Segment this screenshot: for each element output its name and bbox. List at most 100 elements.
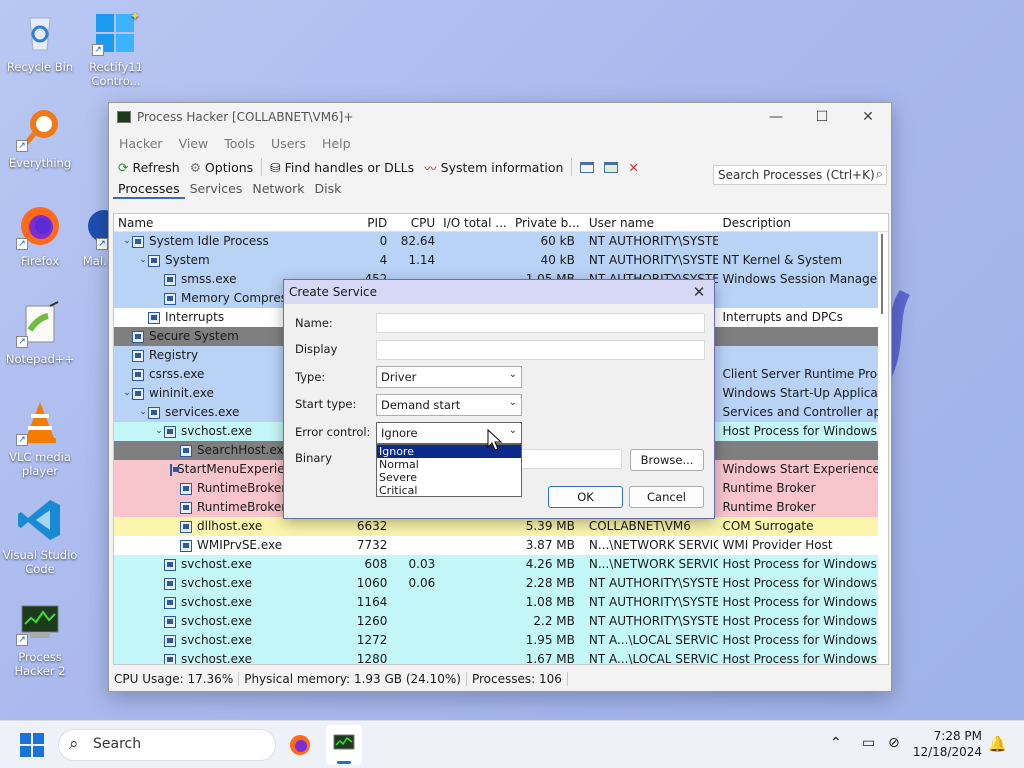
desktop-icon-vscode[interactable]: Visual Studio Code xyxy=(2,496,78,576)
chevron-down-icon[interactable]: ⌄ xyxy=(138,251,148,270)
scrollbar-thumb[interactable] xyxy=(881,234,883,314)
start-button[interactable] xyxy=(20,733,44,757)
tab-network[interactable]: Network xyxy=(247,181,309,199)
type-select[interactable]: Driver ⌄ xyxy=(376,366,522,388)
desktop-icon-recycle-bin[interactable]: Recycle Bin xyxy=(2,8,78,74)
process-user: NT AUTHORITY\SYSTEM xyxy=(588,234,719,248)
menu-view[interactable]: View xyxy=(171,136,217,151)
display-label: Display xyxy=(295,342,338,356)
chevron-down-icon[interactable]: ⌄ xyxy=(122,232,132,251)
process-pid: 1272 xyxy=(356,633,388,647)
find-window-button[interactable] xyxy=(599,161,623,173)
column-headers: Name PID CPU I/O total ... Private b... … xyxy=(114,214,888,232)
column-cpu[interactable]: CPU xyxy=(391,214,439,231)
dialog-titlebar[interactable]: Create Service ✕ xyxy=(284,280,714,304)
process-row[interactable]: ⌄ System Idle Process 0 82.64 60 kB NT AUTHOR… xyxy=(114,232,888,251)
process-icon xyxy=(132,330,144,343)
taskbar-process-hacker[interactable] xyxy=(326,725,362,765)
process-row[interactable]: svchost.exe 608 0.03 4.26 MB N...\NETWORK SE… xyxy=(114,555,888,574)
options-button[interactable]: ⚙ Options xyxy=(185,160,258,175)
menu-users[interactable]: Users xyxy=(263,136,314,151)
minimize-button[interactable]: — xyxy=(753,103,799,131)
process-icon xyxy=(164,273,176,286)
vertical-scrollbar[interactable] xyxy=(878,232,888,664)
process-cpu xyxy=(391,612,439,631)
process-icon xyxy=(148,311,160,324)
name-label: Name: xyxy=(295,316,333,330)
tab-services[interactable]: Services xyxy=(185,181,248,199)
chevron-down-icon[interactable]: ⌄ xyxy=(138,403,148,422)
search-processes-input[interactable]: Search Processes (Ctrl+K) ⌕ xyxy=(713,165,887,185)
menu-hacker[interactable]: Hacker xyxy=(111,136,171,151)
column-user-name[interactable]: User name xyxy=(579,214,719,231)
process-icon xyxy=(132,235,144,248)
dialog-close-button[interactable]: ✕ xyxy=(684,283,714,301)
process-row[interactable]: dllhost.exe 6632 5.39 MB COLLABNET\VM6 COM S… xyxy=(114,517,888,536)
notification-bell-icon[interactable]: 🔔 xyxy=(988,735,1007,753)
column-private-bytes[interactable]: Private b... xyxy=(511,214,579,231)
option-critical[interactable]: Critical xyxy=(377,484,521,497)
process-name-cell: ⌄ System Idle Process xyxy=(114,232,339,251)
maximize-button[interactable]: ☐ xyxy=(799,103,845,131)
process-row[interactable]: WMIPrvSE.exe 7732 3.87 MB N...\NETWORK SERV… xyxy=(114,536,888,555)
tab-processes[interactable]: Processes xyxy=(113,181,185,199)
taskbar-search-box[interactable]: ⌕ Search xyxy=(58,729,276,761)
volume-muted-icon[interactable]: ⊘ xyxy=(888,735,900,751)
column-description[interactable]: Description xyxy=(718,214,888,231)
desktop-icon-notepadpp[interactable]: ↗ Notepad++ xyxy=(2,300,78,366)
process-pid: 608 xyxy=(364,557,388,571)
process-user: NT A...\LOCAL SERVICE xyxy=(588,633,719,647)
name-input[interactable] xyxy=(376,313,705,333)
desktop-icon-label: VLC media player xyxy=(9,450,71,478)
display-input[interactable] xyxy=(376,340,705,360)
process-user: N...\NETWORK SERVICE xyxy=(588,538,719,552)
clock[interactable]: 7:28 PM 12/18/2024 xyxy=(913,728,982,760)
desktop-icon-vlc[interactable]: ↗ VLC media player xyxy=(2,398,78,478)
cancel-button[interactable]: Cancel xyxy=(629,486,704,508)
process-icon xyxy=(180,520,192,533)
browse-button[interactable]: Browse... xyxy=(630,449,704,471)
column-io-total[interactable]: I/O total ... xyxy=(439,214,511,231)
process-description xyxy=(718,346,888,365)
desktop-icon-process-hacker[interactable]: ↗ Process Hacker 2 xyxy=(2,598,78,678)
desktop-icon-label: Recycle Bin xyxy=(6,60,74,74)
process-name: svchost.exe xyxy=(181,424,252,438)
close-button[interactable]: ✕ xyxy=(845,103,891,131)
desktop-icon-everything[interactable]: ↗ Everything xyxy=(2,104,78,170)
process-description: Host Process for Windows Ser... xyxy=(722,557,888,571)
refresh-button[interactable]: ⟳ Refresh xyxy=(113,160,185,175)
process-row[interactable]: svchost.exe 1280 1.67 MB NT A...\LOCAL SERV… xyxy=(114,650,888,665)
menu-help[interactable]: Help xyxy=(314,136,359,151)
process-pid: 1280 xyxy=(356,652,388,665)
process-row[interactable]: svchost.exe 1260 2.2 MB NT AUTHORITY\SYSTEM… xyxy=(114,612,888,631)
process-cpu xyxy=(391,536,439,555)
terminate-button[interactable]: ✕ xyxy=(623,160,643,175)
tab-disk[interactable]: Disk xyxy=(310,181,347,199)
process-name: csrss.exe xyxy=(149,367,205,381)
process-row[interactable]: svchost.exe 1060 0.06 2.28 MB NT AUTHORITY\S… xyxy=(114,574,888,593)
taskbar-firefox[interactable] xyxy=(288,733,312,757)
desktop-icon-rectify11[interactable]: ✦ ↗ Rectify11 Contro... xyxy=(78,8,154,88)
process-row[interactable]: ⌄ System 4 1.14 40 kB NT AUTHORITY\SYSTEM NT K… xyxy=(114,251,888,270)
window-button[interactable] xyxy=(575,161,599,173)
error-control-label: Error control: xyxy=(295,425,371,439)
process-row[interactable]: svchost.exe 1164 1.08 MB NT AUTHORITY\SYSTE… xyxy=(114,593,888,612)
option-severe[interactable]: Severe xyxy=(377,471,521,484)
column-pid[interactable]: PID xyxy=(339,214,391,231)
chevron-down-icon[interactable]: ⌄ xyxy=(154,422,164,441)
system-information-button[interactable]: 〰 System information xyxy=(419,158,568,177)
process-pid: 4 xyxy=(379,253,388,267)
column-name[interactable]: Name xyxy=(114,214,339,231)
chevron-down-icon[interactable]: ⌄ xyxy=(122,384,132,403)
process-row[interactable]: svchost.exe 1272 1.95 MB NT A...\LOCAL SERV… xyxy=(114,631,888,650)
network-icon[interactable]: ▭ xyxy=(862,735,875,751)
ok-button[interactable]: OK xyxy=(548,486,623,508)
start-type-select[interactable]: Demand start ⌄ xyxy=(376,394,522,416)
process-cpu xyxy=(391,631,439,650)
chevron-down-icon: ⌄ xyxy=(508,397,517,408)
find-handles-button[interactable]: ⛁ Find handles or DLLs xyxy=(265,160,419,175)
window-titlebar[interactable]: Process Hacker [COLLABNET\VM6]+ — ☐ ✕ xyxy=(109,103,891,131)
option-normal[interactable]: Normal xyxy=(377,458,521,471)
menu-tools[interactable]: Tools xyxy=(216,136,263,151)
show-hidden-icons-button[interactable]: ⌃ xyxy=(830,735,842,751)
